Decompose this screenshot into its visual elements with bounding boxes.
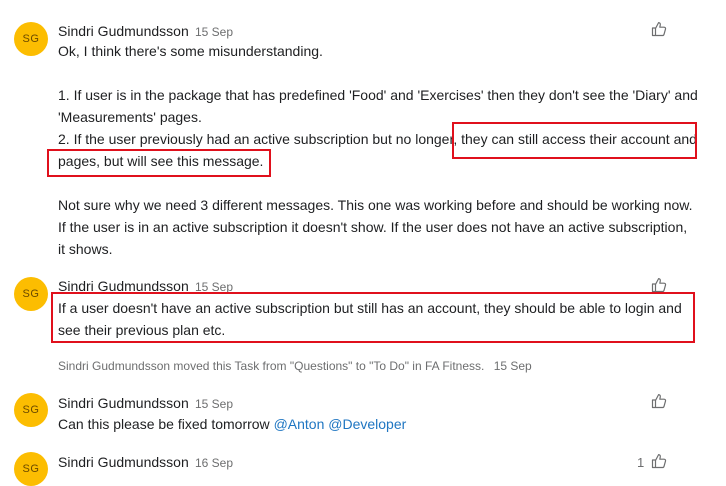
comment-body: Can this please be fixed tomorrow @Anton…	[58, 413, 694, 435]
comment-line: Ok, I think there's some misunderstandin…	[58, 43, 323, 59]
activity-date[interactable]: 15 Sep	[494, 359, 532, 373]
thumbs-up-icon	[651, 22, 667, 37]
comment-line: If the user is in an active subscription…	[58, 219, 688, 235]
avatar[interactable]: SG	[14, 452, 48, 486]
like-count: 1	[637, 455, 645, 470]
comment-author[interactable]: Sindri Gudmundsson	[58, 395, 189, 411]
like-button[interactable]	[651, 277, 667, 293]
comment-date[interactable]: 15 Sep	[195, 25, 233, 39]
like-button[interactable]	[651, 393, 667, 409]
comment-date[interactable]: 15 Sep	[195, 397, 233, 411]
comment-line	[58, 62, 694, 84]
highlight-box	[51, 292, 695, 343]
comment-text: Can this please be fixed tomorrow	[58, 416, 274, 432]
like-button[interactable]	[651, 21, 667, 37]
activity-log: Sindri Gudmundsson moved this Task from …	[58, 359, 532, 373]
comment-line: it shows.	[58, 241, 113, 257]
avatar[interactable]: SG	[14, 22, 48, 56]
avatar[interactable]: SG	[14, 277, 48, 311]
comment-author[interactable]: Sindri Gudmundsson	[58, 454, 189, 470]
comment-author[interactable]: Sindri Gudmundsson	[58, 23, 189, 39]
previous-content-cutoff	[0, 0, 726, 2]
comment-line: 1. If user is in the package that has pr…	[58, 87, 698, 103]
highlight-box	[452, 122, 697, 159]
thumbs-up-icon	[651, 394, 667, 409]
mention-link[interactable]: @Developer	[328, 416, 406, 432]
comment-line: Not sure why we need 3 different message…	[58, 197, 693, 213]
comment-line: Can this please be fixed tomorrow @Anton…	[58, 413, 694, 435]
avatar[interactable]: SG	[14, 393, 48, 427]
comment-date[interactable]: 16 Sep	[195, 456, 233, 470]
mention-link[interactable]: @Anton	[274, 416, 325, 432]
activity-text: Sindri Gudmundsson moved this Task from …	[58, 359, 485, 373]
thumbs-up-icon	[651, 278, 667, 293]
highlight-box	[47, 149, 271, 177]
